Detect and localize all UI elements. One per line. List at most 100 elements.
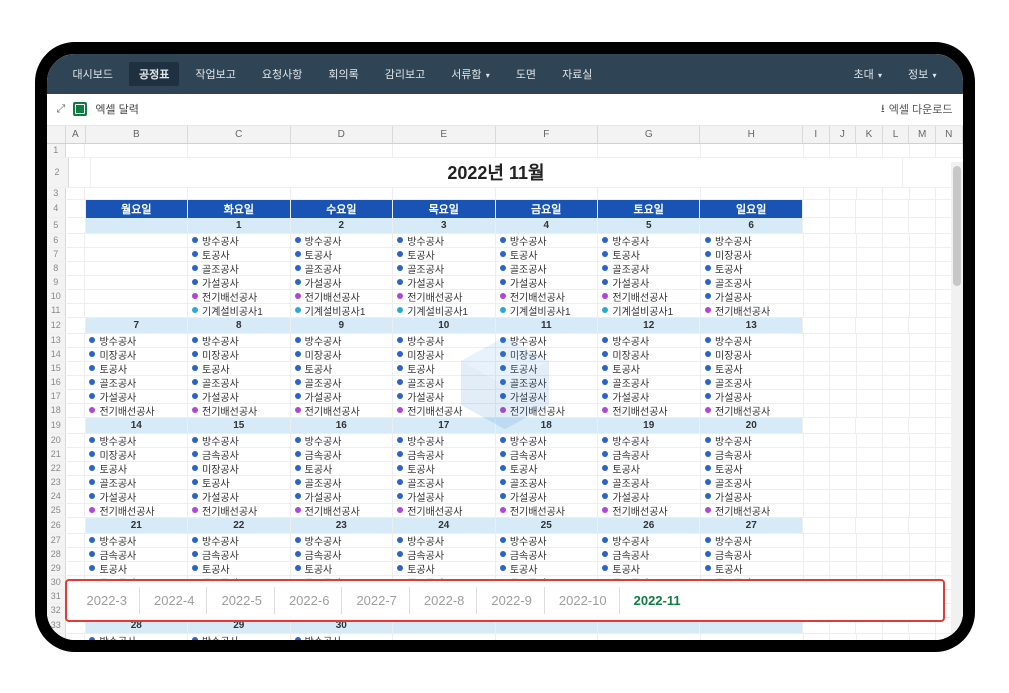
cell[interactable]: 12 bbox=[598, 318, 700, 333]
cell[interactable]: 골조공사 bbox=[701, 476, 804, 489]
cell[interactable] bbox=[803, 200, 830, 217]
cell[interactable]: 토공사 bbox=[496, 562, 599, 575]
cell[interactable]: 골조공사 bbox=[188, 262, 291, 275]
cell[interactable]: 전기배선공사 bbox=[188, 290, 291, 303]
cell[interactable] bbox=[830, 262, 857, 275]
cell[interactable] bbox=[830, 200, 857, 217]
cell[interactable]: 기계설비공사1 bbox=[188, 304, 291, 317]
cell[interactable] bbox=[66, 248, 85, 261]
cell[interactable]: 방수공사 bbox=[701, 234, 804, 247]
cell[interactable] bbox=[883, 304, 910, 317]
cell[interactable]: 미장공사 bbox=[701, 348, 804, 361]
cell[interactable] bbox=[910, 404, 937, 417]
sheet-tab-2022-5[interactable]: 2022-5 bbox=[209, 587, 274, 614]
col-header-E[interactable]: E bbox=[393, 126, 495, 143]
cell[interactable]: 방수공사 bbox=[188, 534, 291, 547]
cell[interactable] bbox=[883, 504, 910, 517]
cell[interactable]: 토공사 bbox=[701, 362, 804, 375]
cell[interactable] bbox=[85, 234, 188, 247]
row-number[interactable]: 13 bbox=[47, 334, 66, 347]
cell[interactable] bbox=[830, 290, 857, 303]
col-header-G[interactable]: G bbox=[598, 126, 700, 143]
cell[interactable] bbox=[291, 188, 394, 199]
cell[interactable] bbox=[85, 262, 188, 275]
cell[interactable] bbox=[857, 362, 884, 375]
cell[interactable]: 방수공사 bbox=[598, 334, 701, 347]
cell[interactable] bbox=[857, 248, 884, 261]
nav-item-1[interactable]: 공정표 bbox=[129, 62, 179, 86]
cell[interactable] bbox=[66, 476, 85, 489]
cell[interactable]: 가설공사 bbox=[291, 390, 394, 403]
cell[interactable]: 가설공사 bbox=[393, 490, 496, 503]
cell[interactable] bbox=[291, 144, 394, 157]
cell[interactable]: 방수공사 bbox=[291, 234, 394, 247]
cell[interactable] bbox=[85, 248, 188, 261]
cell[interactable]: 금속공사 bbox=[393, 548, 496, 561]
cell[interactable] bbox=[856, 318, 883, 333]
nav-item-3[interactable]: 요청사항 bbox=[252, 62, 312, 86]
cell[interactable] bbox=[804, 462, 831, 475]
col-header-M[interactable]: M bbox=[909, 126, 936, 143]
cell[interactable]: 가설공사 bbox=[393, 390, 496, 403]
cell[interactable] bbox=[857, 490, 884, 503]
cell[interactable]: 기계설비공사1 bbox=[393, 304, 496, 317]
cell[interactable] bbox=[857, 376, 884, 389]
cell[interactable] bbox=[803, 418, 830, 433]
cell[interactable] bbox=[909, 418, 936, 433]
cell[interactable] bbox=[804, 362, 831, 375]
cell[interactable]: 방수공사 bbox=[291, 434, 394, 447]
cell[interactable] bbox=[804, 476, 831, 489]
cell[interactable] bbox=[66, 218, 86, 233]
row-number[interactable]: 34 bbox=[47, 634, 66, 640]
cell[interactable] bbox=[66, 234, 85, 247]
cell[interactable]: 골조공사 bbox=[393, 262, 496, 275]
cell[interactable] bbox=[496, 144, 599, 157]
cell[interactable]: 17 bbox=[393, 418, 495, 433]
cell[interactable]: 가설공사 bbox=[701, 390, 804, 403]
cell[interactable]: 미장공사 bbox=[393, 348, 496, 361]
nav-item-5[interactable]: 감리보고 bbox=[375, 62, 435, 86]
cell[interactable]: 22 bbox=[188, 518, 290, 533]
cell[interactable] bbox=[857, 276, 884, 289]
cell[interactable] bbox=[883, 634, 910, 640]
cell[interactable] bbox=[188, 144, 291, 157]
nav-item-0[interactable]: 대시보드 bbox=[63, 62, 123, 86]
cell[interactable]: 23 bbox=[291, 518, 393, 533]
cell[interactable]: 방수공사 bbox=[188, 634, 291, 640]
cell[interactable]: 토공사 bbox=[85, 362, 188, 375]
cell[interactable] bbox=[830, 276, 857, 289]
cell[interactable]: 방수공사 bbox=[188, 334, 291, 347]
cell[interactable]: 전기배선공사 bbox=[598, 504, 701, 517]
row-num-header[interactable] bbox=[47, 126, 67, 143]
cell[interactable] bbox=[910, 448, 937, 461]
col-header-J[interactable]: J bbox=[830, 126, 857, 143]
row-number[interactable]: 16 bbox=[47, 376, 66, 389]
row-number[interactable]: 23 bbox=[47, 476, 66, 489]
cell[interactable]: 토공사 bbox=[188, 562, 291, 575]
cell[interactable] bbox=[857, 234, 884, 247]
cell[interactable] bbox=[393, 634, 496, 640]
cell[interactable] bbox=[910, 376, 937, 389]
cell[interactable]: 방수공사 bbox=[188, 234, 291, 247]
col-header-C[interactable]: C bbox=[188, 126, 290, 143]
row-number[interactable]: 3 bbox=[47, 188, 66, 199]
cell[interactable]: 토공사 bbox=[598, 248, 701, 261]
cell[interactable] bbox=[883, 276, 910, 289]
cell[interactable]: 전기배선공사 bbox=[496, 290, 599, 303]
col-header-N[interactable]: N bbox=[936, 126, 963, 143]
cell[interactable]: 전기배선공사 bbox=[701, 504, 804, 517]
cell[interactable]: 전기배선공사 bbox=[291, 504, 394, 517]
cell[interactable] bbox=[804, 434, 831, 447]
cell[interactable]: 7 bbox=[86, 318, 188, 333]
cell[interactable]: 기계설비공사1 bbox=[598, 304, 701, 317]
cell[interactable] bbox=[66, 562, 85, 575]
cell[interactable]: 골조공사 bbox=[496, 262, 599, 275]
cell[interactable]: 골조공사 bbox=[598, 376, 701, 389]
cell[interactable]: 15 bbox=[188, 418, 290, 433]
cell[interactable] bbox=[393, 188, 496, 199]
cell[interactable]: 3 bbox=[393, 218, 495, 233]
row-number[interactable]: 29 bbox=[47, 562, 66, 575]
cell[interactable] bbox=[496, 634, 599, 640]
cell[interactable]: 토공사 bbox=[85, 562, 188, 575]
cell[interactable]: 가설공사 bbox=[496, 490, 599, 503]
